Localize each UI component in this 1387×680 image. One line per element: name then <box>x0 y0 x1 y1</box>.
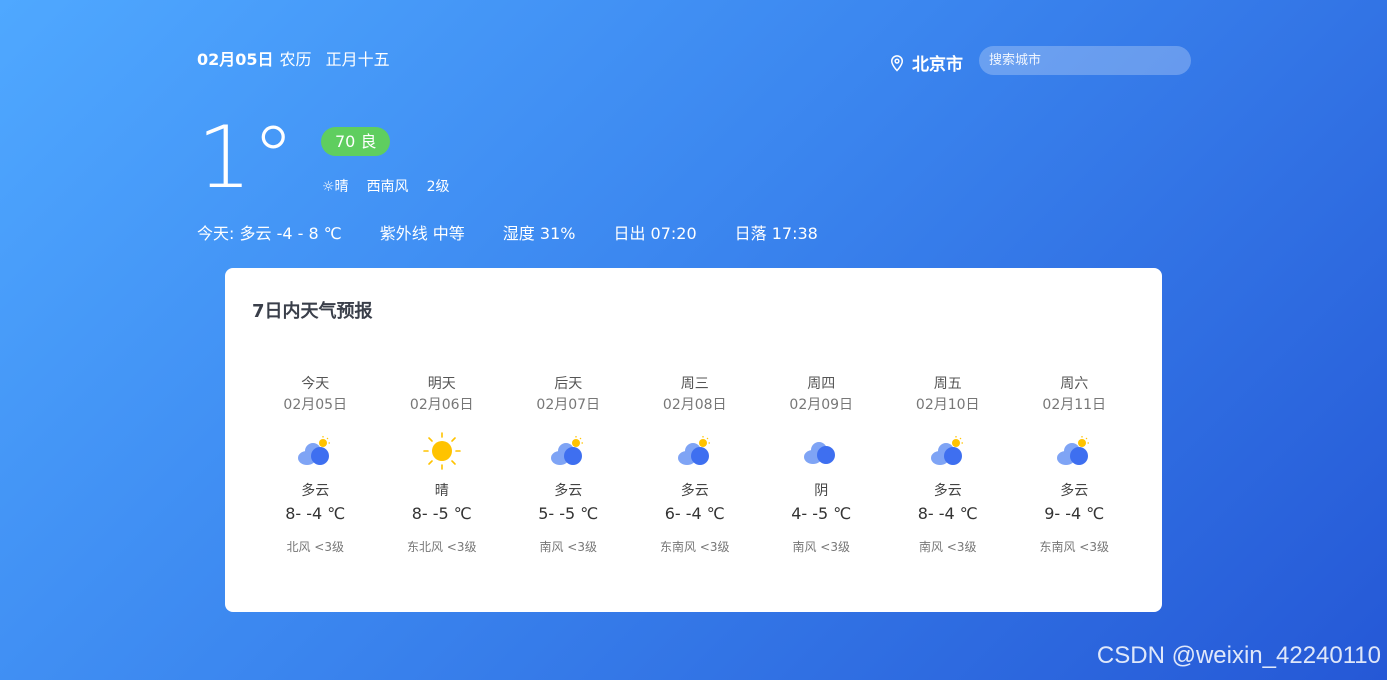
sunny-icon <box>379 430 506 472</box>
current-date: 02月05日 <box>197 50 274 69</box>
day-date: 02月09日 <box>789 397 854 413</box>
partly-cloudy-icon <box>885 430 1012 472</box>
watermark: CSDN @weixin_42240110 <box>1096 642 1381 669</box>
day-date: 02月08日 <box>662 397 727 413</box>
wind-direction: 西南风 <box>366 179 409 195</box>
forecast-title: 7日内天气预报 <box>252 301 373 322</box>
forecast-day: 周五 02月10日 多云 8- -4 ℃ 南风 <3级 <box>885 373 1012 555</box>
day-wind: 东北风 <3级 <box>406 540 477 554</box>
sunset: 日落 17:38 <box>734 224 818 243</box>
forecast-day: 周六 02月11日 多云 9- -4 ℃ 东南风 <3级 <box>1011 373 1138 555</box>
day-condition: 多云 <box>933 483 962 499</box>
wind-level: 2级 <box>426 179 450 195</box>
day-wind: 南风 <3级 <box>918 540 977 554</box>
day-week: 周三 <box>680 376 709 392</box>
uv-index: 紫外线 中等 <box>379 224 465 243</box>
sunrise: 日出 07:20 <box>613 224 697 243</box>
forecast-day: 后天 02月07日 多云 5- -5 ℃ 南风 <3级 <box>505 373 632 555</box>
day-week: 后天 <box>554 376 583 392</box>
day-wind: 北风 <3级 <box>286 540 344 554</box>
partly-cloudy-icon <box>632 430 759 472</box>
day-wind: 南风 <3级 <box>539 540 597 554</box>
current-temperature: 1° <box>197 108 295 208</box>
day-date: 02月11日 <box>1042 397 1107 413</box>
day-week: 周六 <box>1060 376 1089 392</box>
location-pin-icon <box>890 54 904 72</box>
day-week: 明天 <box>427 376 456 392</box>
day-condition: 多云 <box>1060 483 1089 499</box>
city-search-input[interactable] <box>979 46 1191 75</box>
day-temp: 8- -4 ℃ <box>285 504 346 523</box>
day-condition: 晴 <box>434 483 449 499</box>
day-temp: 8- -5 ℃ <box>411 504 472 523</box>
overcast-icon <box>758 430 885 472</box>
partly-cloudy-icon <box>1011 430 1138 472</box>
aqi-badge: 70 良 <box>321 127 391 156</box>
day-date: 02月05日 <box>283 397 348 413</box>
forecast-card: 7日内天气预报 今天 02月05日 多云 8- -4 ℃ 北风 <3级 明天 0… <box>225 268 1162 612</box>
lunar-label: 农历 <box>279 50 312 69</box>
day-wind: 南风 <3级 <box>792 540 850 554</box>
day-temp: 6- -4 ℃ <box>664 504 725 523</box>
lunar-date: 正月十五 <box>325 50 390 69</box>
day-date: 02月06日 <box>409 397 474 413</box>
day-condition: 阴 <box>814 483 829 499</box>
day-week: 周四 <box>807 376 836 392</box>
day-date: 02月10日 <box>915 397 980 413</box>
forecast-day: 周四 02月09日 阴 4- -5 ℃ 南风 <3级 <box>758 373 885 555</box>
day-week: 今天 <box>301 376 330 392</box>
day-week: 周五 <box>933 376 962 392</box>
location[interactable]: 北京市 <box>888 50 963 75</box>
partly-cloudy-icon <box>505 430 632 472</box>
day-condition: 多云 <box>554 483 583 499</box>
day-wind: 东南风 <3级 <box>1039 540 1109 554</box>
forecast-days: 今天 02月05日 多云 8- -4 ℃ 北风 <3级 明天 02月06日 晴 … <box>252 373 1138 555</box>
day-wind: 东南风 <3级 <box>659 540 730 554</box>
forecast-day: 周三 02月08日 多云 6- -4 ℃ 东南风 <3级 <box>632 373 759 555</box>
current-conditions: ☼晴 西南风 2级 <box>322 176 449 196</box>
day-temp: 4- -5 ℃ <box>791 504 852 523</box>
day-temp: 5- -5 ℃ <box>538 504 599 523</box>
current-condition: ☼晴 <box>322 179 349 195</box>
day-condition: 多云 <box>680 483 709 499</box>
day-temp: 8- -4 ℃ <box>917 504 978 523</box>
humidity: 湿度 31% <box>502 224 576 243</box>
today-summary: 今天: 多云 -4 - 8 ℃ 紫外线 中等 湿度 31% 日出 07:20 日… <box>197 220 818 244</box>
city-name: 北京市 <box>912 55 963 75</box>
day-temp: 9- -4 ℃ <box>1044 504 1105 523</box>
date-header: 02月05日 农历 正月十五 <box>197 46 390 70</box>
today-temp-range: 今天: 多云 -4 - 8 ℃ <box>197 224 342 243</box>
day-condition: 多云 <box>301 483 330 499</box>
forecast-day: 明天 02月06日 晴 8- -5 ℃ 东北风 <3级 <box>379 373 506 555</box>
day-date: 02月07日 <box>536 397 601 413</box>
partly-cloudy-icon <box>252 430 379 472</box>
forecast-day: 今天 02月05日 多云 8- -4 ℃ 北风 <3级 <box>252 373 379 555</box>
